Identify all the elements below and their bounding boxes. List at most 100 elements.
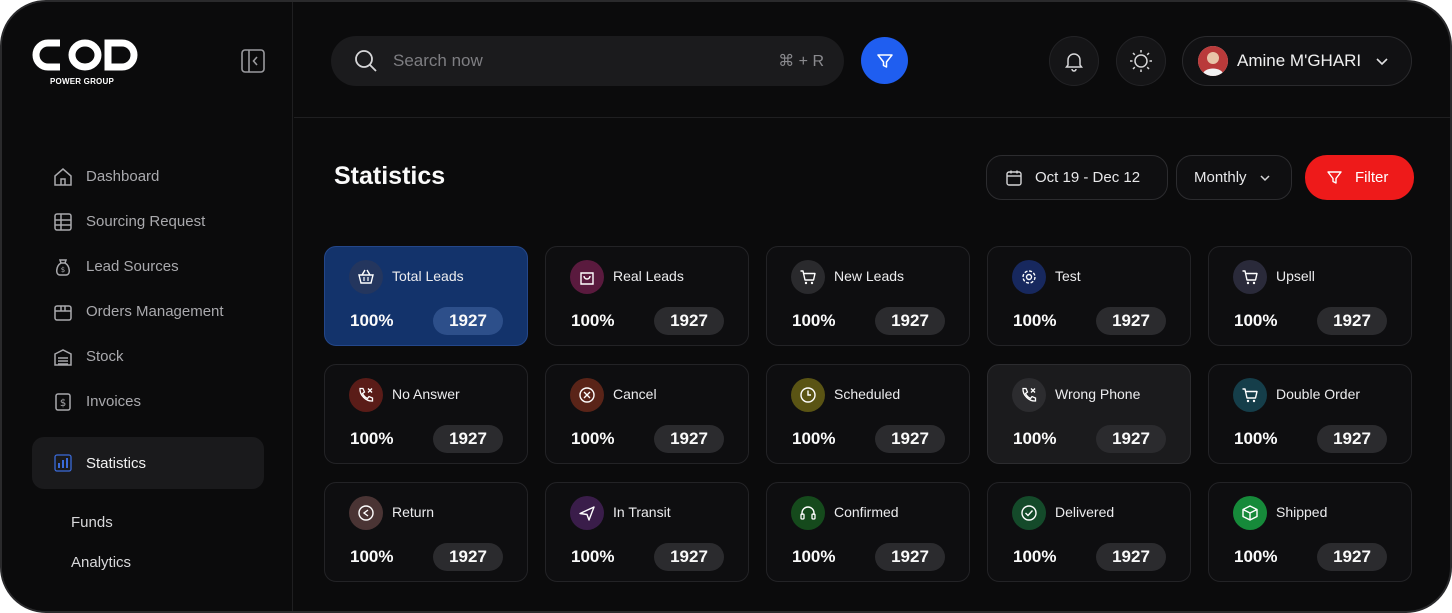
stat-card-label: Upsell xyxy=(1276,268,1315,284)
return-icon xyxy=(349,496,383,530)
sidebar-item-invoices[interactable]: $ Invoices xyxy=(32,379,264,424)
user-menu[interactable]: Amine M'GHARI xyxy=(1182,36,1412,86)
main-nav: Dashboard Sourcing Request $ Lead Source… xyxy=(32,154,264,489)
home-icon xyxy=(54,167,72,186)
stat-card-test[interactable]: Test 100% 1927 xyxy=(987,246,1191,346)
stat-card-percent: 100% xyxy=(792,547,836,566)
plane-icon xyxy=(570,496,604,530)
stat-card-double-order[interactable]: Double Order 100% 1927 xyxy=(1208,364,1412,464)
stat-card-cancel[interactable]: Cancel 100% 1927 xyxy=(545,364,749,464)
avatar xyxy=(1198,46,1228,76)
stat-card-percent: 100% xyxy=(1234,429,1278,448)
stat-card-scheduled[interactable]: Scheduled 100% 1927 xyxy=(766,364,970,464)
stat-card-percent: 100% xyxy=(350,429,394,448)
bar-chart-icon xyxy=(54,454,72,472)
stat-card-label: Scheduled xyxy=(834,386,901,402)
search-shortcut: ⌘ + R xyxy=(778,53,824,70)
clock-icon xyxy=(791,378,825,412)
stat-card-label: Double Order xyxy=(1276,386,1361,402)
sidebar-item-label: Dashboard xyxy=(86,168,160,185)
sidebar-item-sourcing-request[interactable]: Sourcing Request xyxy=(32,199,264,244)
table-icon xyxy=(54,212,72,231)
stat-card-upsell[interactable]: Upsell 100% 1927 xyxy=(1208,246,1412,346)
stat-card-label: Total Leads xyxy=(392,268,464,284)
stat-card-count: 1927 xyxy=(433,307,503,335)
basket-icon xyxy=(349,260,383,294)
sidebar-item-label: Invoices xyxy=(86,393,142,410)
subnav-item-funds[interactable]: Funds xyxy=(71,502,131,542)
statistics-subnav: Funds Analytics xyxy=(71,502,131,582)
topbar: Search now ⌘ + R Amine M'GHARI xyxy=(294,2,1450,118)
sidebar-item-statistics[interactable]: Statistics xyxy=(32,437,264,489)
stat-card-percent: 100% xyxy=(1013,429,1057,448)
bell-icon xyxy=(1065,53,1083,72)
sidebar-item-dashboard[interactable]: Dashboard xyxy=(32,154,264,199)
filter-icon xyxy=(1327,171,1342,184)
sidebar-item-stock[interactable]: Stock xyxy=(32,334,264,379)
check-circle-icon xyxy=(1012,496,1046,530)
stat-card-return[interactable]: Return 100% 1927 xyxy=(324,482,528,582)
collapse-sidebar-icon[interactable] xyxy=(240,48,266,74)
stat-card-label: Test xyxy=(1055,268,1081,284)
stat-card-no-answer[interactable]: No Answer 100% 1927 xyxy=(324,364,528,464)
stat-card-label: Confirmed xyxy=(834,504,899,520)
stat-card-count: 1927 xyxy=(433,425,503,453)
stat-card-shipped[interactable]: Shipped 100% 1927 xyxy=(1208,482,1412,582)
date-range-picker[interactable]: Oct 19 - Dec 12 xyxy=(986,155,1168,200)
svg-text:$: $ xyxy=(61,266,65,274)
quick-filter-button[interactable] xyxy=(861,37,908,84)
bag-dollar-icon: $ xyxy=(56,258,70,276)
stat-card-label: No Answer xyxy=(392,386,460,402)
headset-icon xyxy=(791,496,825,530)
stat-card-count: 1927 xyxy=(654,543,724,571)
period-select[interactable]: Monthly xyxy=(1176,155,1292,200)
stat-card-new-leads[interactable]: New Leads 100% 1927 xyxy=(766,246,970,346)
page-title: Statistics xyxy=(334,162,446,190)
dollar-doc-icon: $ xyxy=(55,392,71,411)
date-range-label: Oct 19 - Dec 12 xyxy=(1035,169,1141,186)
stat-card-percent: 100% xyxy=(350,311,394,330)
stat-card-label: Wrong Phone xyxy=(1055,386,1141,402)
stat-card-delivered[interactable]: Delivered 100% 1927 xyxy=(987,482,1191,582)
stat-card-in-transit[interactable]: In Transit 100% 1927 xyxy=(545,482,749,582)
stat-card-total-leads[interactable]: Total Leads 100% 1927 xyxy=(324,246,528,346)
stat-card-percent: 100% xyxy=(571,429,615,448)
stat-card-real-leads[interactable]: Real Leads 100% 1927 xyxy=(545,246,749,346)
filter-button[interactable]: Filter xyxy=(1305,155,1414,200)
chevron-down-icon xyxy=(1376,58,1388,66)
stat-card-percent: 100% xyxy=(571,547,615,566)
svg-text:$: $ xyxy=(60,398,66,409)
cart-icon xyxy=(1233,260,1267,294)
stat-card-percent: 100% xyxy=(571,311,615,330)
bag-icon xyxy=(570,260,604,294)
calendar-icon xyxy=(1006,170,1022,186)
sidebar-item-orders-management[interactable]: Orders Management xyxy=(32,289,264,334)
phone-x-icon xyxy=(349,378,383,412)
stat-card-label: Return xyxy=(392,504,435,520)
app-window: POWER GROUP Dashboard Sourcing Request $… xyxy=(0,0,1452,613)
search-bar[interactable]: Search now ⌘ + R xyxy=(331,36,844,86)
stat-card-percent: 100% xyxy=(1013,547,1057,566)
notifications-button[interactable] xyxy=(1049,36,1099,86)
cart-icon xyxy=(791,260,825,294)
brand-subtitle: POWER GROUP xyxy=(50,77,114,86)
stat-card-count: 1927 xyxy=(1317,543,1387,571)
gear-icon xyxy=(1012,260,1046,294)
stat-card-percent: 100% xyxy=(1234,547,1278,566)
stat-card-percent: 100% xyxy=(792,429,836,448)
sidebar-item-label: Orders Management xyxy=(86,303,224,320)
search-input[interactable]: Search now xyxy=(393,51,778,71)
theme-toggle-button[interactable] xyxy=(1116,36,1166,86)
box-icon xyxy=(54,304,72,321)
sidebar-item-lead-sources[interactable]: $ Lead Sources xyxy=(32,244,264,289)
stat-card-confirmed[interactable]: Confirmed 100% 1927 xyxy=(766,482,970,582)
period-label: Monthly xyxy=(1194,169,1247,186)
stat-card-count: 1927 xyxy=(875,543,945,571)
phone-x-icon xyxy=(1012,378,1046,412)
stat-card-count: 1927 xyxy=(433,543,503,571)
stat-card-wrong-phone[interactable]: Wrong Phone 100% 1927 xyxy=(987,364,1191,464)
subnav-item-analytics[interactable]: Analytics xyxy=(71,542,131,582)
stat-card-count: 1927 xyxy=(1096,543,1166,571)
stat-card-label: Shipped xyxy=(1276,504,1328,520)
warehouse-icon xyxy=(54,348,72,366)
